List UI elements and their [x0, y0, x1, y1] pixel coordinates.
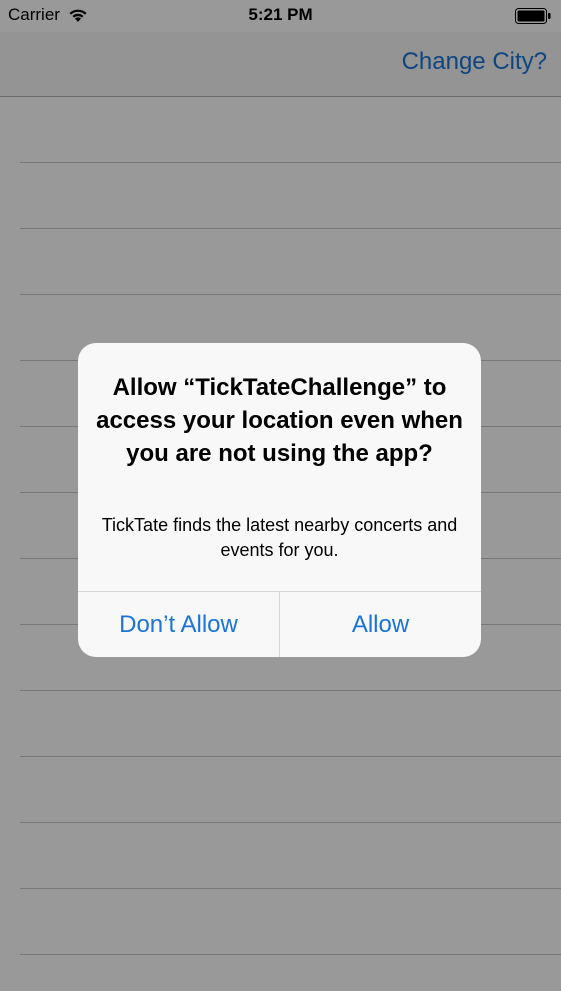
app-screen: Carrier 5:21 PM Change City? Allow “Tick… [0, 0, 561, 991]
location-permission-alert: Allow “TickTateChallenge” to access your… [78, 343, 481, 657]
alert-button-row: Don’t Allow Allow [78, 591, 481, 657]
dont-allow-button[interactable]: Don’t Allow [78, 592, 280, 657]
alert-title: Allow “TickTateChallenge” to access your… [96, 374, 463, 467]
alert-message: TickTate finds the latest nearby concert… [101, 515, 458, 560]
allow-button[interactable]: Allow [280, 592, 481, 657]
